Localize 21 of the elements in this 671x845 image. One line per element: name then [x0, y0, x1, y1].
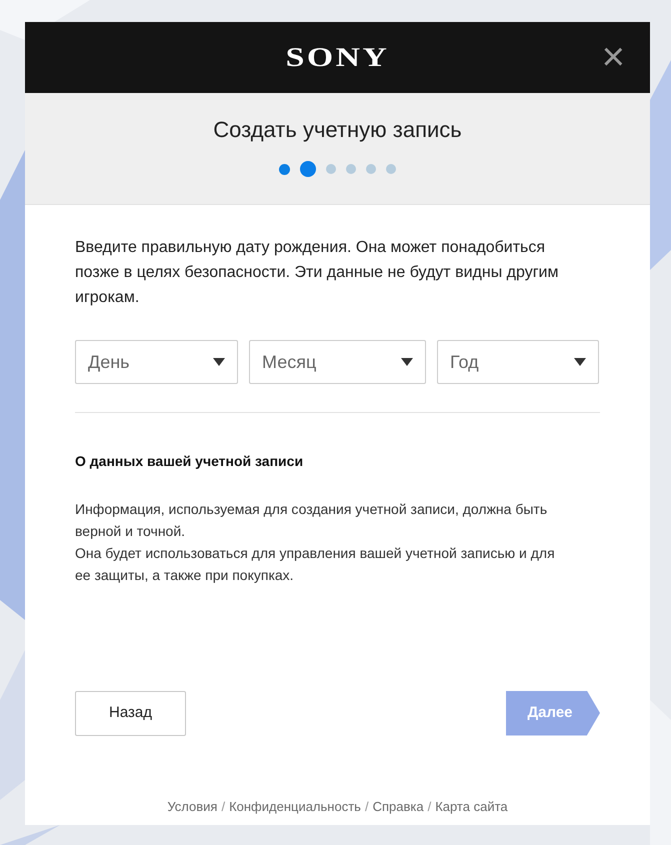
footer-link[interactable]: Условия	[167, 796, 218, 816]
caret-icon	[574, 358, 586, 366]
date-dropdown[interactable]: Месяц	[249, 340, 426, 384]
info-text: Она будет использоваться для управления вашей учетной записью и для ее защиты, а также при покупках.	[75, 544, 556, 585]
caret-icon	[213, 358, 225, 366]
caret-icon	[401, 358, 413, 366]
close-button[interactable]: ×	[602, 42, 625, 72]
separator-text: /	[364, 798, 369, 816]
footer-link[interactable]: Карта сайта	[435, 796, 508, 816]
separator-text: /	[221, 798, 226, 816]
back-button[interactable]: Назад	[75, 690, 186, 736]
footer-link[interactable]: Конфиденциальность	[229, 796, 361, 816]
footer-link[interactable]: Справка	[372, 796, 424, 816]
instruction-text: Введите правильную дату рождения. Она может понадобиться позже в целях безопасности. Эти данные не будут видны другим игрокам.	[75, 238, 560, 308]
info-text: Информация, используемая для создания учетной записи, должна быть верной и точной.	[75, 500, 548, 541]
date-dropdown[interactable]: День	[75, 340, 238, 384]
logo: SONY	[286, 41, 390, 74]
dialog-title: Создать учетную запись	[213, 117, 462, 144]
date-dropdown[interactable]: Год	[437, 340, 599, 384]
separator-text: /	[428, 798, 432, 816]
section-heading: О данных вашей учетной записи	[75, 452, 304, 471]
